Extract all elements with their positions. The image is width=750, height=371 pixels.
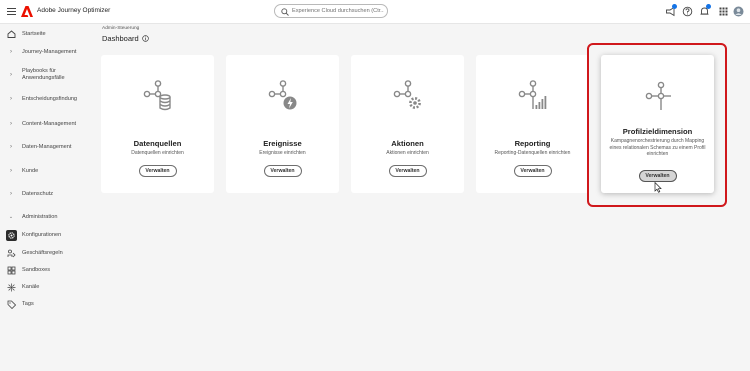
chevron-right-icon: › — [10, 144, 12, 150]
verwalten-button[interactable]: Verwalten — [513, 165, 552, 177]
sidebar-item-konfigurationen[interactable]: Konfigurationen — [0, 230, 92, 241]
sandbox-icon — [0, 266, 22, 275]
apps-grid-icon[interactable] — [718, 6, 729, 17]
avatar[interactable] — [733, 6, 744, 17]
sidebar-item-label: Konfigurationen — [22, 232, 62, 238]
sidebar-item-label: Administration — [22, 213, 58, 220]
sidebar-item-label: Entscheidungsfindung — [22, 95, 78, 102]
chevron-right-icon: › — [10, 96, 12, 102]
sidebar-item-kunde[interactable]: › Kunde — [0, 165, 92, 177]
card-description: Reporting-Datenquellen einrichten — [494, 150, 571, 156]
channels-icon — [0, 283, 22, 292]
card-aktionen: Aktionen Aktionen einrichten Verwalten — [351, 55, 464, 193]
sidebar-item-geschaeftsregeln[interactable]: Geschäftsregeln — [0, 248, 92, 259]
search-icon — [281, 8, 289, 16]
card-title: Ereignisse — [263, 139, 302, 148]
sidebar-item-entscheidungsfindung[interactable]: › Entscheidungsfindung — [0, 93, 92, 105]
chevron-right-icon: › — [10, 72, 12, 78]
sidebar-item-datenschutz[interactable]: › Datenschutz — [0, 188, 92, 200]
card-description: Aktionen einrichten — [386, 150, 429, 156]
rules-icon — [0, 249, 22, 258]
notification-dot — [672, 4, 677, 9]
sidebar-item-label: Tags — [22, 301, 34, 307]
app-title[interactable]: Adobe Journey Optimizer — [37, 7, 110, 14]
page-title: Dashboard — [102, 34, 149, 43]
sidebar-item-label: Geschäftsregeln — [22, 250, 63, 256]
mouse-pointer-icon — [654, 182, 662, 193]
card-ereignisse: Ereignisse Ereignisse einrichten Verwalt… — [226, 55, 339, 193]
help-icon[interactable] — [682, 6, 693, 17]
sidebar-item-startseite[interactable]: Startseite — [0, 28, 92, 40]
datasource-icon — [143, 80, 171, 111]
card-title: Reporting — [514, 139, 551, 148]
sidebar-item-kanaele[interactable]: Kanäle — [0, 282, 92, 293]
sidebar-item-label: Journey-Management — [22, 48, 77, 55]
sidebar-item-daten-management[interactable]: › Daten-Management — [0, 141, 92, 153]
chevron-right-icon: › — [10, 191, 12, 197]
card-description: Ereignisse einrichten — [259, 150, 306, 156]
sidebar-item-label: Kanäle — [22, 284, 40, 290]
breadcrumb[interactable]: Admin-Steuerung — [102, 26, 139, 31]
adobe-logo-icon[interactable] — [21, 6, 33, 17]
sidebar-item-sandboxes[interactable]: Sandboxes — [0, 265, 92, 276]
sidebar-item-label: Kunde — [22, 167, 39, 174]
card-reporting: Reporting Reporting-Datenquellen einrich… — [476, 55, 589, 193]
sidebar-item-label: Content-Management — [22, 120, 77, 127]
sidebar-item-administration[interactable]: ⌄ Administration — [0, 211, 92, 223]
notification-badge — [706, 4, 711, 9]
verwalten-button[interactable]: Verwalten — [388, 165, 427, 177]
sidebar-item-label: Startseite — [22, 30, 46, 37]
page-title-text: Dashboard — [102, 34, 139, 43]
card-title: Aktionen — [391, 139, 424, 148]
sidebar-item-tags[interactable]: Tags — [0, 299, 92, 310]
search-placeholder: Experience Cloud durchsuchen (Ctr... — [292, 8, 384, 14]
reporting-chart-icon — [518, 80, 546, 109]
gear-icon — [0, 231, 22, 240]
actions-gear-icon — [393, 80, 421, 109]
card-datenquellen: Datenquellen Datenquellen einrichten Ver… — [101, 55, 214, 193]
events-icon — [268, 80, 296, 110]
sidebar-item-journey-management[interactable]: › Journey-Management — [0, 46, 92, 58]
sidebar-item-content-management[interactable]: › Content-Management — [0, 118, 92, 130]
card-title: Datenquellen — [133, 139, 182, 148]
chevron-right-icon: › — [10, 168, 12, 174]
card-description: Datenquellen einrichten — [131, 150, 184, 156]
verwalten-button[interactable]: Verwalten — [138, 165, 177, 177]
chevron-right-icon: › — [10, 121, 12, 127]
menu-icon[interactable] — [7, 8, 16, 15]
tag-icon — [0, 300, 22, 309]
sidebar-item-label: Sandboxes — [22, 267, 50, 273]
sidebar-item-label: Playbooks für Anwendungsfälle — [22, 68, 65, 81]
search-input[interactable]: Experience Cloud durchsuchen (Ctr... — [274, 4, 388, 18]
top-bar: Adobe Journey Optimizer Experience Cloud… — [0, 0, 750, 24]
home-icon — [0, 30, 22, 38]
sidebar: Startseite › Journey-Management › Playbo… — [0, 24, 92, 371]
sidebar-item-label: Datenschutz — [22, 190, 54, 197]
info-icon[interactable] — [141, 35, 149, 42]
chevron-right-icon: › — [10, 49, 12, 55]
verwalten-button[interactable]: Verwalten — [263, 165, 302, 177]
chevron-down-icon: ⌄ — [8, 214, 14, 220]
sidebar-item-label: Daten-Management — [22, 143, 72, 150]
sidebar-item-playbooks[interactable]: › Playbooks für Anwendungsfälle — [0, 67, 92, 83]
